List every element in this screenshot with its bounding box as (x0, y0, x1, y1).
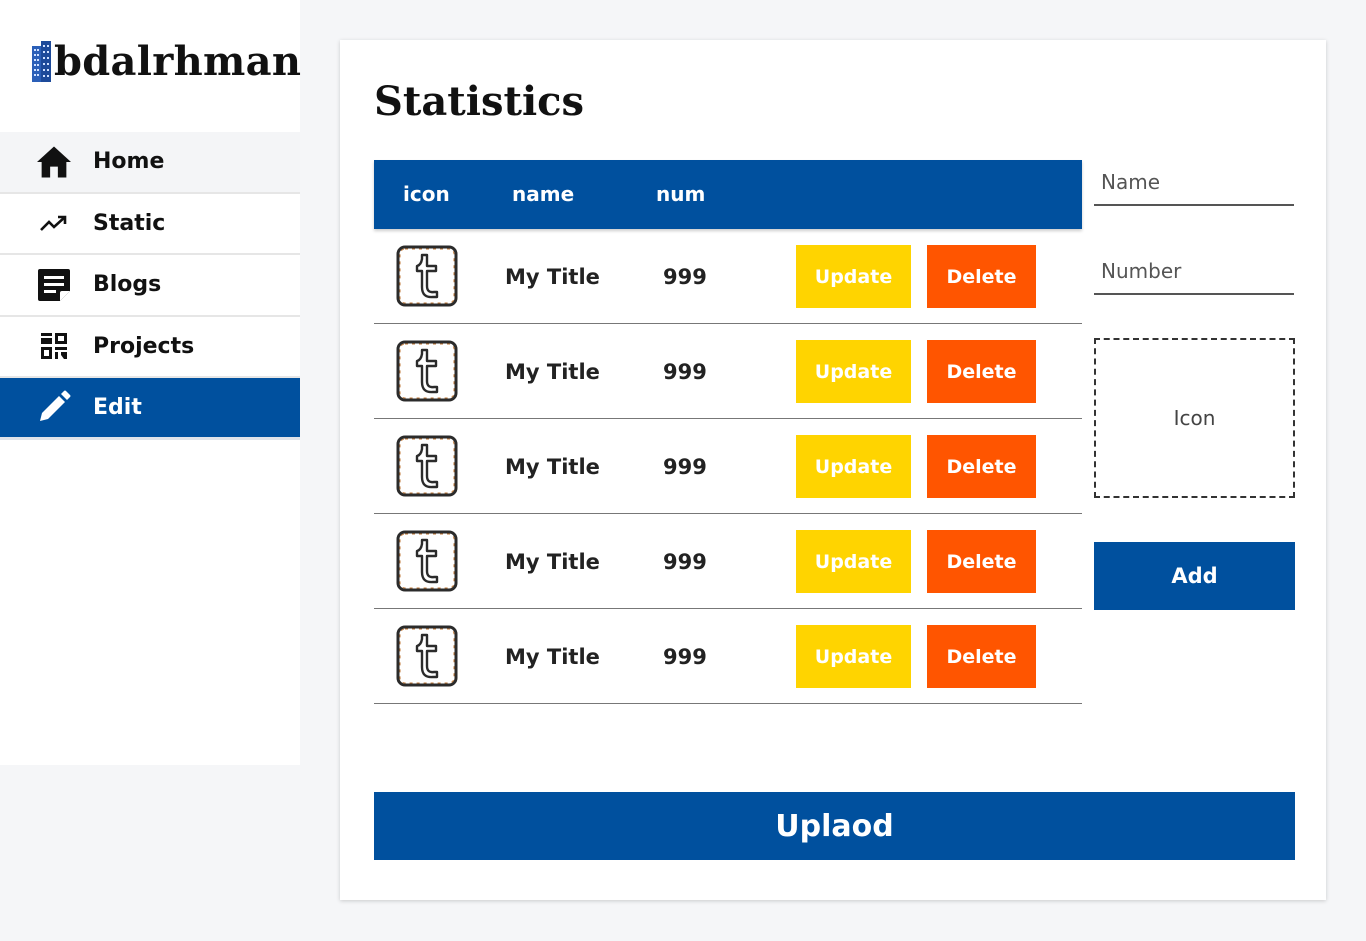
sidebar-item-projects[interactable]: Projects (0, 316, 300, 378)
table-row: My Title 999 Update Delete (374, 514, 1082, 609)
note-icon (34, 265, 74, 305)
delete-button[interactable]: Delete (927, 435, 1036, 498)
pencil-icon (34, 387, 74, 427)
sidebar-item-label: Edit (93, 394, 142, 420)
add-button[interactable]: Add (1094, 542, 1295, 610)
sidebar-item-label: Blogs (93, 272, 162, 298)
update-button[interactable]: Update (796, 435, 911, 498)
upload-button[interactable]: Uplaod (374, 792, 1295, 860)
update-button[interactable]: Update (796, 245, 911, 308)
table-row: My Title 999 Update Delete (374, 324, 1082, 419)
page-title: Statistics (374, 78, 585, 125)
tumblr-icon (396, 245, 458, 307)
column-header-num: num (656, 182, 706, 206)
update-button[interactable]: Update (796, 625, 911, 688)
row-num: 999 (663, 360, 707, 384)
row-num: 999 (663, 265, 707, 289)
sidebar-item-static[interactable]: Static (0, 193, 300, 255)
sidebar-item-home[interactable]: Home (0, 132, 300, 194)
statistics-table: icon name num My Title 999 Update Delete… (374, 160, 1082, 704)
row-name: My Title (505, 265, 600, 289)
logo[interactable]: bdalrhman (31, 36, 301, 82)
dashboard-icon (34, 326, 74, 366)
building-icon (32, 41, 51, 82)
row-name: My Title (505, 645, 600, 669)
tumblr-icon (396, 625, 458, 687)
table-row: My Title 999 Update Delete (374, 609, 1082, 704)
table-row: My Title 999 Update Delete (374, 229, 1082, 324)
row-num: 999 (663, 455, 707, 479)
sidebar-item-label: Home (93, 149, 165, 175)
sidebar-item-label: Static (93, 210, 166, 236)
sidebar-item-blogs[interactable]: Blogs (0, 255, 300, 317)
delete-button[interactable]: Delete (927, 340, 1036, 403)
tumblr-icon (396, 530, 458, 592)
home-icon (34, 142, 74, 182)
row-name: My Title (505, 550, 600, 574)
table-header: icon name num (374, 160, 1082, 229)
name-field[interactable] (1094, 160, 1294, 206)
icon-upload-dropzone[interactable]: Icon (1094, 338, 1295, 498)
icon-dropzone-label: Icon (1173, 406, 1216, 430)
column-header-icon: icon (403, 182, 450, 206)
sidebar-item-edit[interactable]: Edit (0, 378, 300, 440)
row-num: 999 (663, 645, 707, 669)
sidebar-item-label: Projects (93, 333, 195, 359)
sidebar-nav: Home Static Blogs Projects Edit (0, 132, 300, 440)
update-button[interactable]: Update (796, 340, 911, 403)
number-field[interactable] (1094, 249, 1294, 295)
column-header-name: name (512, 182, 575, 206)
tumblr-icon (396, 435, 458, 497)
tumblr-icon (396, 340, 458, 402)
row-num: 999 (663, 550, 707, 574)
sidebar: bdalrhman Home Static Blogs Projects Edi… (0, 0, 301, 765)
table-row: My Title 999 Update Delete (374, 419, 1082, 514)
trending-up-icon (34, 203, 74, 243)
delete-button[interactable]: Delete (927, 245, 1036, 308)
statistics-card: Statistics icon name num My Title 999 Up… (340, 40, 1326, 900)
update-button[interactable]: Update (796, 530, 911, 593)
row-name: My Title (505, 455, 600, 479)
row-name: My Title (505, 360, 600, 384)
logo-text: bdalrhman (54, 38, 302, 85)
delete-button[interactable]: Delete (927, 625, 1036, 688)
delete-button[interactable]: Delete (927, 530, 1036, 593)
table-body: My Title 999 Update Delete My Title 999 … (374, 229, 1082, 704)
